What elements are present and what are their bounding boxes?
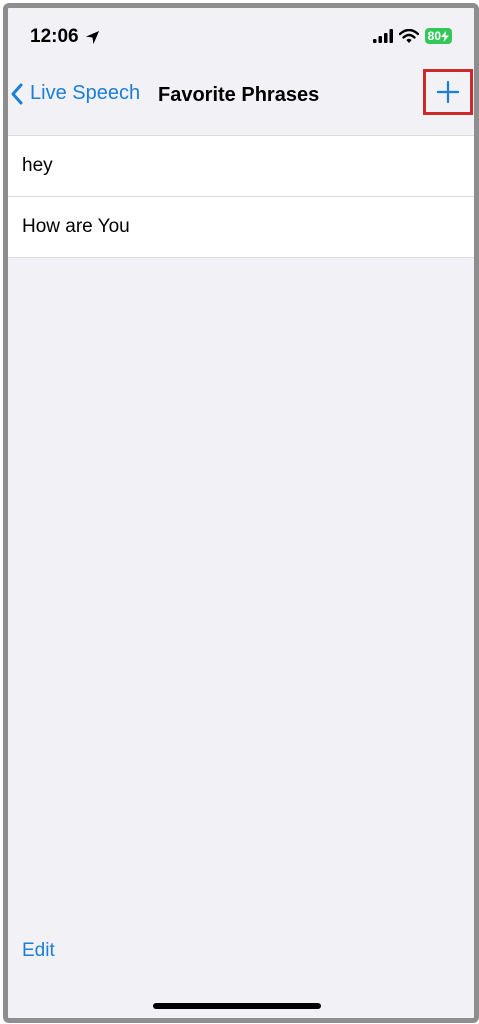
- charging-bolt-icon: [441, 30, 449, 42]
- phrase-text: hey: [22, 155, 53, 176]
- phrase-list: hey How are You: [8, 136, 474, 258]
- page-title: Favorite Phrases: [158, 84, 320, 106]
- phrase-item[interactable]: How are You: [8, 197, 474, 258]
- status-indicators: 80: [372, 28, 452, 44]
- chevron-left-icon: [11, 83, 23, 104]
- cellular-signal-icon: [372, 29, 393, 43]
- battery-indicator: 80: [424, 28, 452, 44]
- back-button[interactable]: Live Speech: [10, 82, 140, 105]
- edit-button[interactable]: Edit: [22, 940, 55, 962]
- time-text: 12:06: [30, 26, 79, 47]
- home-indicator[interactable]: [153, 1003, 321, 1009]
- back-label: Live Speech: [30, 82, 141, 104]
- status-time: 12:06: [30, 26, 100, 48]
- add-phrase-button[interactable]: [423, 69, 473, 115]
- wifi-icon: [398, 28, 419, 43]
- location-arrow-icon: [85, 30, 99, 44]
- phrase-text: How are You: [22, 216, 130, 237]
- phone-screen: 12:06 80 Live Speech Favorite Phrases he…: [3, 3, 479, 1023]
- navigation-bar: Live Speech Favorite Phrases: [8, 68, 474, 132]
- plus-icon: [437, 81, 459, 103]
- battery-level: 80: [427, 29, 441, 43]
- status-bar: 12:06 80: [8, 8, 474, 68]
- phrase-item[interactable]: hey: [8, 136, 474, 197]
